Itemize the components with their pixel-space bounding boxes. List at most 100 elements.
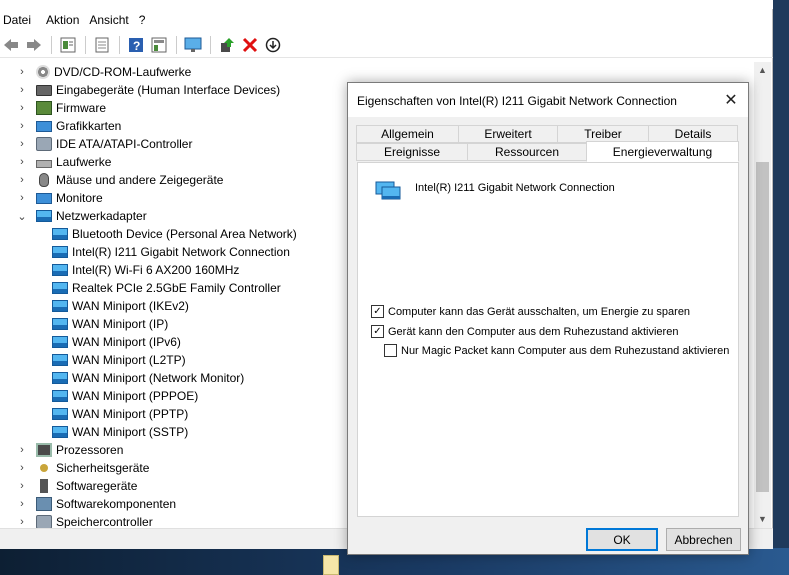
uninstall-icon[interactable] bbox=[239, 34, 261, 56]
tree-category[interactable]: › Monitore bbox=[17, 189, 103, 207]
expand-chevron-icon[interactable]: › bbox=[17, 480, 27, 492]
checkbox[interactable] bbox=[384, 344, 397, 357]
tree-item-label: Speichercontroller bbox=[56, 515, 153, 528]
tree-item-label: IDE ATA/ATAPI-Controller bbox=[56, 137, 193, 151]
expand-chevron-icon[interactable]: › bbox=[17, 174, 27, 186]
expand-chevron-icon[interactable]: › bbox=[17, 138, 27, 150]
scroll-up-icon[interactable]: ▲ bbox=[754, 62, 771, 79]
tree-device[interactable]: WAN Miniport (Network Monitor) bbox=[52, 369, 244, 387]
option-allow-turn-off[interactable]: ✓ Computer kann das Gerät ausschalten, u… bbox=[371, 305, 690, 318]
tree-device[interactable]: WAN Miniport (PPTP) bbox=[52, 405, 188, 423]
properties-view-icon[interactable] bbox=[57, 34, 79, 56]
tree-category[interactable]: › Eingabegeräte (Human Interface Devices) bbox=[17, 81, 280, 99]
network-adapter-icon bbox=[52, 354, 68, 366]
scroll-down-icon[interactable]: ▼ bbox=[754, 511, 771, 528]
option-label: Gerät kann den Computer aus dem Ruhezust… bbox=[388, 325, 679, 338]
tree-category[interactable]: ⌄ Netzwerkadapter bbox=[17, 207, 146, 225]
expand-chevron-icon[interactable]: › bbox=[17, 498, 27, 510]
menu-bar: Datei Aktion Ansicht ? bbox=[0, 10, 773, 30]
tree-category[interactable]: › Prozessoren bbox=[17, 441, 123, 459]
tree-device[interactable]: WAN Miniport (L2TP) bbox=[52, 351, 186, 369]
menu-help[interactable]: ? bbox=[136, 13, 153, 27]
collapse-chevron-icon[interactable]: ⌄ bbox=[17, 210, 27, 223]
checkbox[interactable]: ✓ bbox=[371, 305, 384, 318]
network-adapter-icon bbox=[52, 318, 68, 330]
expand-chevron-icon[interactable]: › bbox=[17, 102, 27, 114]
tree-category[interactable]: › Grafikkarten bbox=[17, 117, 121, 135]
close-icon[interactable]: ✕ bbox=[714, 83, 748, 117]
security-key-icon bbox=[40, 464, 48, 472]
tree-device[interactable]: WAN Miniport (IP) bbox=[52, 315, 168, 333]
menu-ansicht[interactable]: Ansicht bbox=[86, 13, 135, 27]
tree-category[interactable]: › Sicherheitsgeräte bbox=[17, 459, 149, 477]
tab-ressourcen[interactable]: Ressourcen bbox=[467, 143, 587, 161]
tab-energieverwaltung[interactable]: Energieverwaltung bbox=[586, 141, 739, 162]
keyboard-icon bbox=[36, 84, 52, 96]
expand-chevron-icon[interactable]: › bbox=[17, 444, 27, 456]
ok-button[interactable]: OK bbox=[586, 528, 658, 551]
expand-chevron-icon[interactable]: › bbox=[17, 66, 27, 78]
tree-category[interactable]: › Speichercontroller bbox=[17, 513, 153, 528]
option-magic-packet-only[interactable]: Nur Magic Packet kann Computer aus dem R… bbox=[384, 344, 729, 357]
expand-chevron-icon[interactable]: › bbox=[17, 462, 27, 474]
list-view-icon[interactable] bbox=[91, 34, 113, 56]
expand-chevron-icon[interactable]: › bbox=[17, 192, 27, 204]
monitor-icon[interactable] bbox=[182, 34, 204, 56]
tree-item-label: Softwaregeräte bbox=[56, 479, 138, 493]
scan-icon[interactable] bbox=[262, 34, 284, 56]
software-component-icon bbox=[36, 497, 52, 511]
back-icon[interactable] bbox=[0, 34, 22, 56]
desktop-file-icon[interactable] bbox=[323, 555, 339, 575]
network-adapter-icon bbox=[52, 408, 68, 420]
checkbox[interactable]: ✓ bbox=[371, 325, 384, 338]
tree-device[interactable]: Bluetooth Device (Personal Area Network) bbox=[52, 225, 297, 243]
tree-category[interactable]: › Softwaregeräte bbox=[17, 477, 137, 495]
tree-item-label: Firmware bbox=[56, 101, 106, 115]
tree-category[interactable]: › IDE ATA/ATAPI-Controller bbox=[17, 135, 192, 153]
tab-ereignisse[interactable]: Ereignisse bbox=[356, 143, 468, 161]
chip-icon bbox=[36, 101, 52, 115]
expand-chevron-icon[interactable]: › bbox=[17, 156, 27, 168]
display-adapter-icon bbox=[36, 120, 52, 132]
tree-item-label: Realtek PCIe 2.5GbE Family Controller bbox=[72, 281, 281, 295]
tree-device[interactable]: Intel(R) I211 Gigabit Network Connection bbox=[52, 243, 290, 261]
expand-chevron-icon[interactable]: › bbox=[17, 84, 27, 96]
tree-category[interactable]: › Mäuse und andere Zeigegeräte bbox=[17, 171, 223, 189]
vertical-scrollbar[interactable]: ▲ ▼ bbox=[754, 62, 771, 528]
update-driver-icon[interactable] bbox=[216, 34, 238, 56]
tree-device[interactable]: WAN Miniport (PPPOE) bbox=[52, 387, 198, 405]
tree-item-label: WAN Miniport (L2TP) bbox=[72, 353, 186, 367]
tree-item-label: WAN Miniport (IPv6) bbox=[72, 335, 181, 349]
action-pane-icon[interactable] bbox=[148, 34, 170, 56]
scroll-thumb[interactable] bbox=[756, 162, 769, 492]
power-management-panel: Intel(R) I211 Gigabit Network Connection… bbox=[357, 162, 739, 517]
tree-device[interactable]: WAN Miniport (IKEv2) bbox=[52, 297, 189, 315]
forward-icon[interactable] bbox=[23, 34, 45, 56]
expand-chevron-icon[interactable]: › bbox=[17, 120, 27, 132]
tree-item-label: Monitore bbox=[56, 191, 103, 205]
tree-item-label: WAN Miniport (SSTP) bbox=[72, 425, 189, 439]
processor-icon bbox=[36, 443, 52, 457]
tree-category[interactable]: › DVD/CD-ROM-Laufwerke bbox=[17, 63, 191, 81]
toolbar-separator bbox=[210, 35, 211, 54]
tree-device[interactable]: Realtek PCIe 2.5GbE Family Controller bbox=[52, 279, 281, 297]
tree-device[interactable]: WAN Miniport (SSTP) bbox=[52, 423, 188, 441]
network-adapter-icon bbox=[52, 300, 68, 312]
toolbar-separator bbox=[51, 35, 52, 54]
tree-category[interactable]: › Softwarekomponenten bbox=[17, 495, 176, 513]
help-icon[interactable]: ? bbox=[125, 34, 147, 56]
tab-erweitert[interactable]: Erweitert bbox=[458, 125, 558, 143]
option-allow-wake[interactable]: ✓ Gerät kann den Computer aus dem Ruhezu… bbox=[371, 325, 678, 338]
menu-datei[interactable]: Datei bbox=[0, 13, 43, 27]
tree-item-label: Prozessoren bbox=[56, 443, 124, 457]
tree-item-label: Sicherheitsgeräte bbox=[56, 461, 150, 475]
expand-chevron-icon[interactable]: › bbox=[17, 516, 27, 528]
menu-aktion[interactable]: Aktion bbox=[43, 13, 86, 27]
tree-device[interactable]: WAN Miniport (IPv6) bbox=[52, 333, 181, 351]
tree-category[interactable]: › Laufwerke bbox=[17, 153, 111, 171]
software-device-icon bbox=[40, 479, 48, 493]
tree-category[interactable]: › Firmware bbox=[17, 99, 106, 117]
tab-allgemein[interactable]: Allgemein bbox=[356, 125, 459, 143]
cancel-button[interactable]: Abbrechen bbox=[666, 528, 741, 551]
tree-device[interactable]: Intel(R) Wi-Fi 6 AX200 160MHz bbox=[52, 261, 239, 279]
